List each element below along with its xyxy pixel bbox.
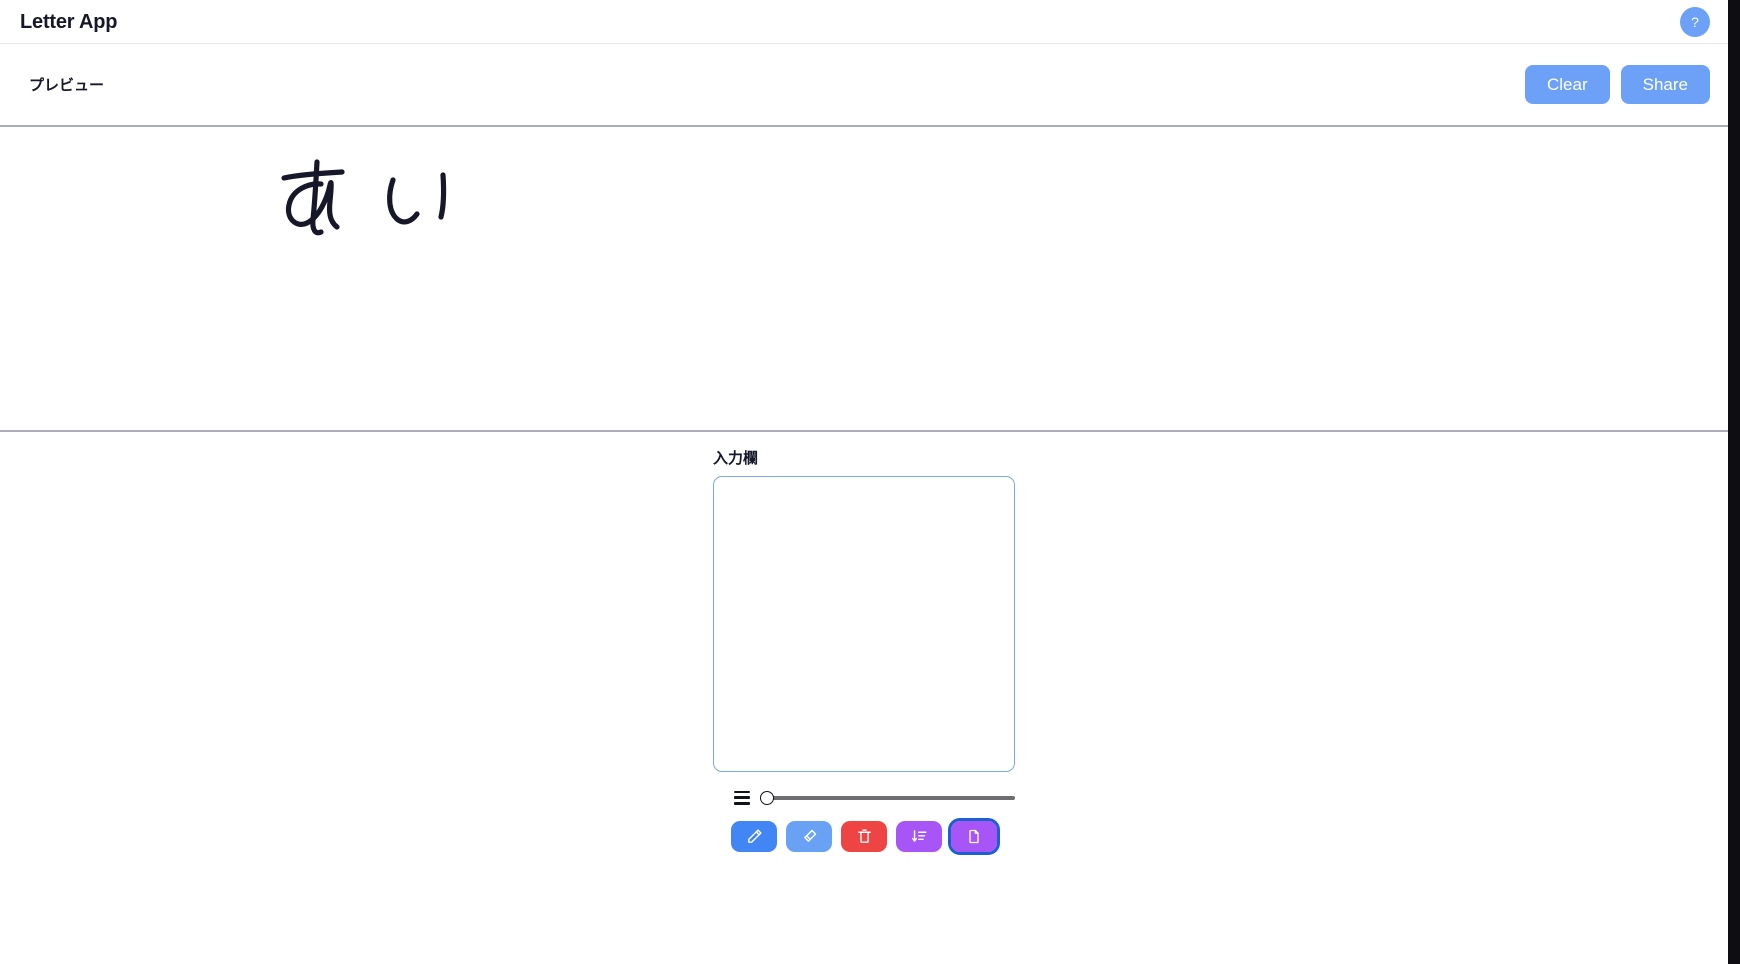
tool-buttons-row bbox=[713, 818, 1015, 855]
stroke-width-slider[interactable] bbox=[760, 790, 1015, 806]
clear-button[interactable]: Clear bbox=[1525, 64, 1610, 105]
app-title: Letter App bbox=[20, 10, 118, 33]
delete-tool-button[interactable] bbox=[841, 821, 887, 852]
input-column: 入力欄 bbox=[713, 451, 1015, 772]
share-button[interactable]: Share bbox=[1620, 64, 1710, 105]
sort-desc-icon bbox=[911, 830, 927, 842]
stroke-width-row bbox=[713, 790, 1015, 806]
slider-thumb[interactable] bbox=[760, 791, 774, 805]
handwritten-preview-ink bbox=[280, 157, 470, 252]
preview-canvas[interactable] bbox=[0, 127, 1728, 432]
page-tool-button[interactable] bbox=[948, 818, 1000, 855]
input-label: 入力欄 bbox=[713, 450, 759, 467]
sort-tool-button[interactable] bbox=[896, 821, 942, 852]
trash-icon bbox=[857, 829, 871, 843]
window-right-edge bbox=[1728, 0, 1740, 964]
character-a-strokes bbox=[281, 159, 345, 236]
input-textarea[interactable] bbox=[713, 476, 1015, 772]
character-i-strokes bbox=[387, 172, 447, 225]
ink-strokes-svg bbox=[281, 159, 447, 236]
help-button[interactable]: ? bbox=[1680, 6, 1710, 37]
preview-label: プレビュー bbox=[29, 77, 105, 94]
pen-tool-button[interactable] bbox=[731, 821, 777, 852]
question-mark-icon: ? bbox=[1691, 13, 1699, 30]
eraser-tool-button[interactable] bbox=[786, 821, 832, 852]
eraser-icon bbox=[803, 829, 816, 842]
document-icon bbox=[969, 829, 979, 844]
line-weight-icon bbox=[734, 791, 750, 805]
pencil-icon bbox=[747, 829, 762, 843]
preview-toolbar: プレビュー Clear Share bbox=[0, 44, 1728, 127]
input-section: 入力欄 bbox=[0, 432, 1728, 855]
preview-actions: Clear Share bbox=[1525, 64, 1710, 105]
slider-track bbox=[760, 796, 1015, 800]
app-bar: Letter App ? bbox=[0, 0, 1728, 44]
app-root: Letter App ? プレビュー Clear Share 入力欄 bbox=[0, 0, 1728, 964]
